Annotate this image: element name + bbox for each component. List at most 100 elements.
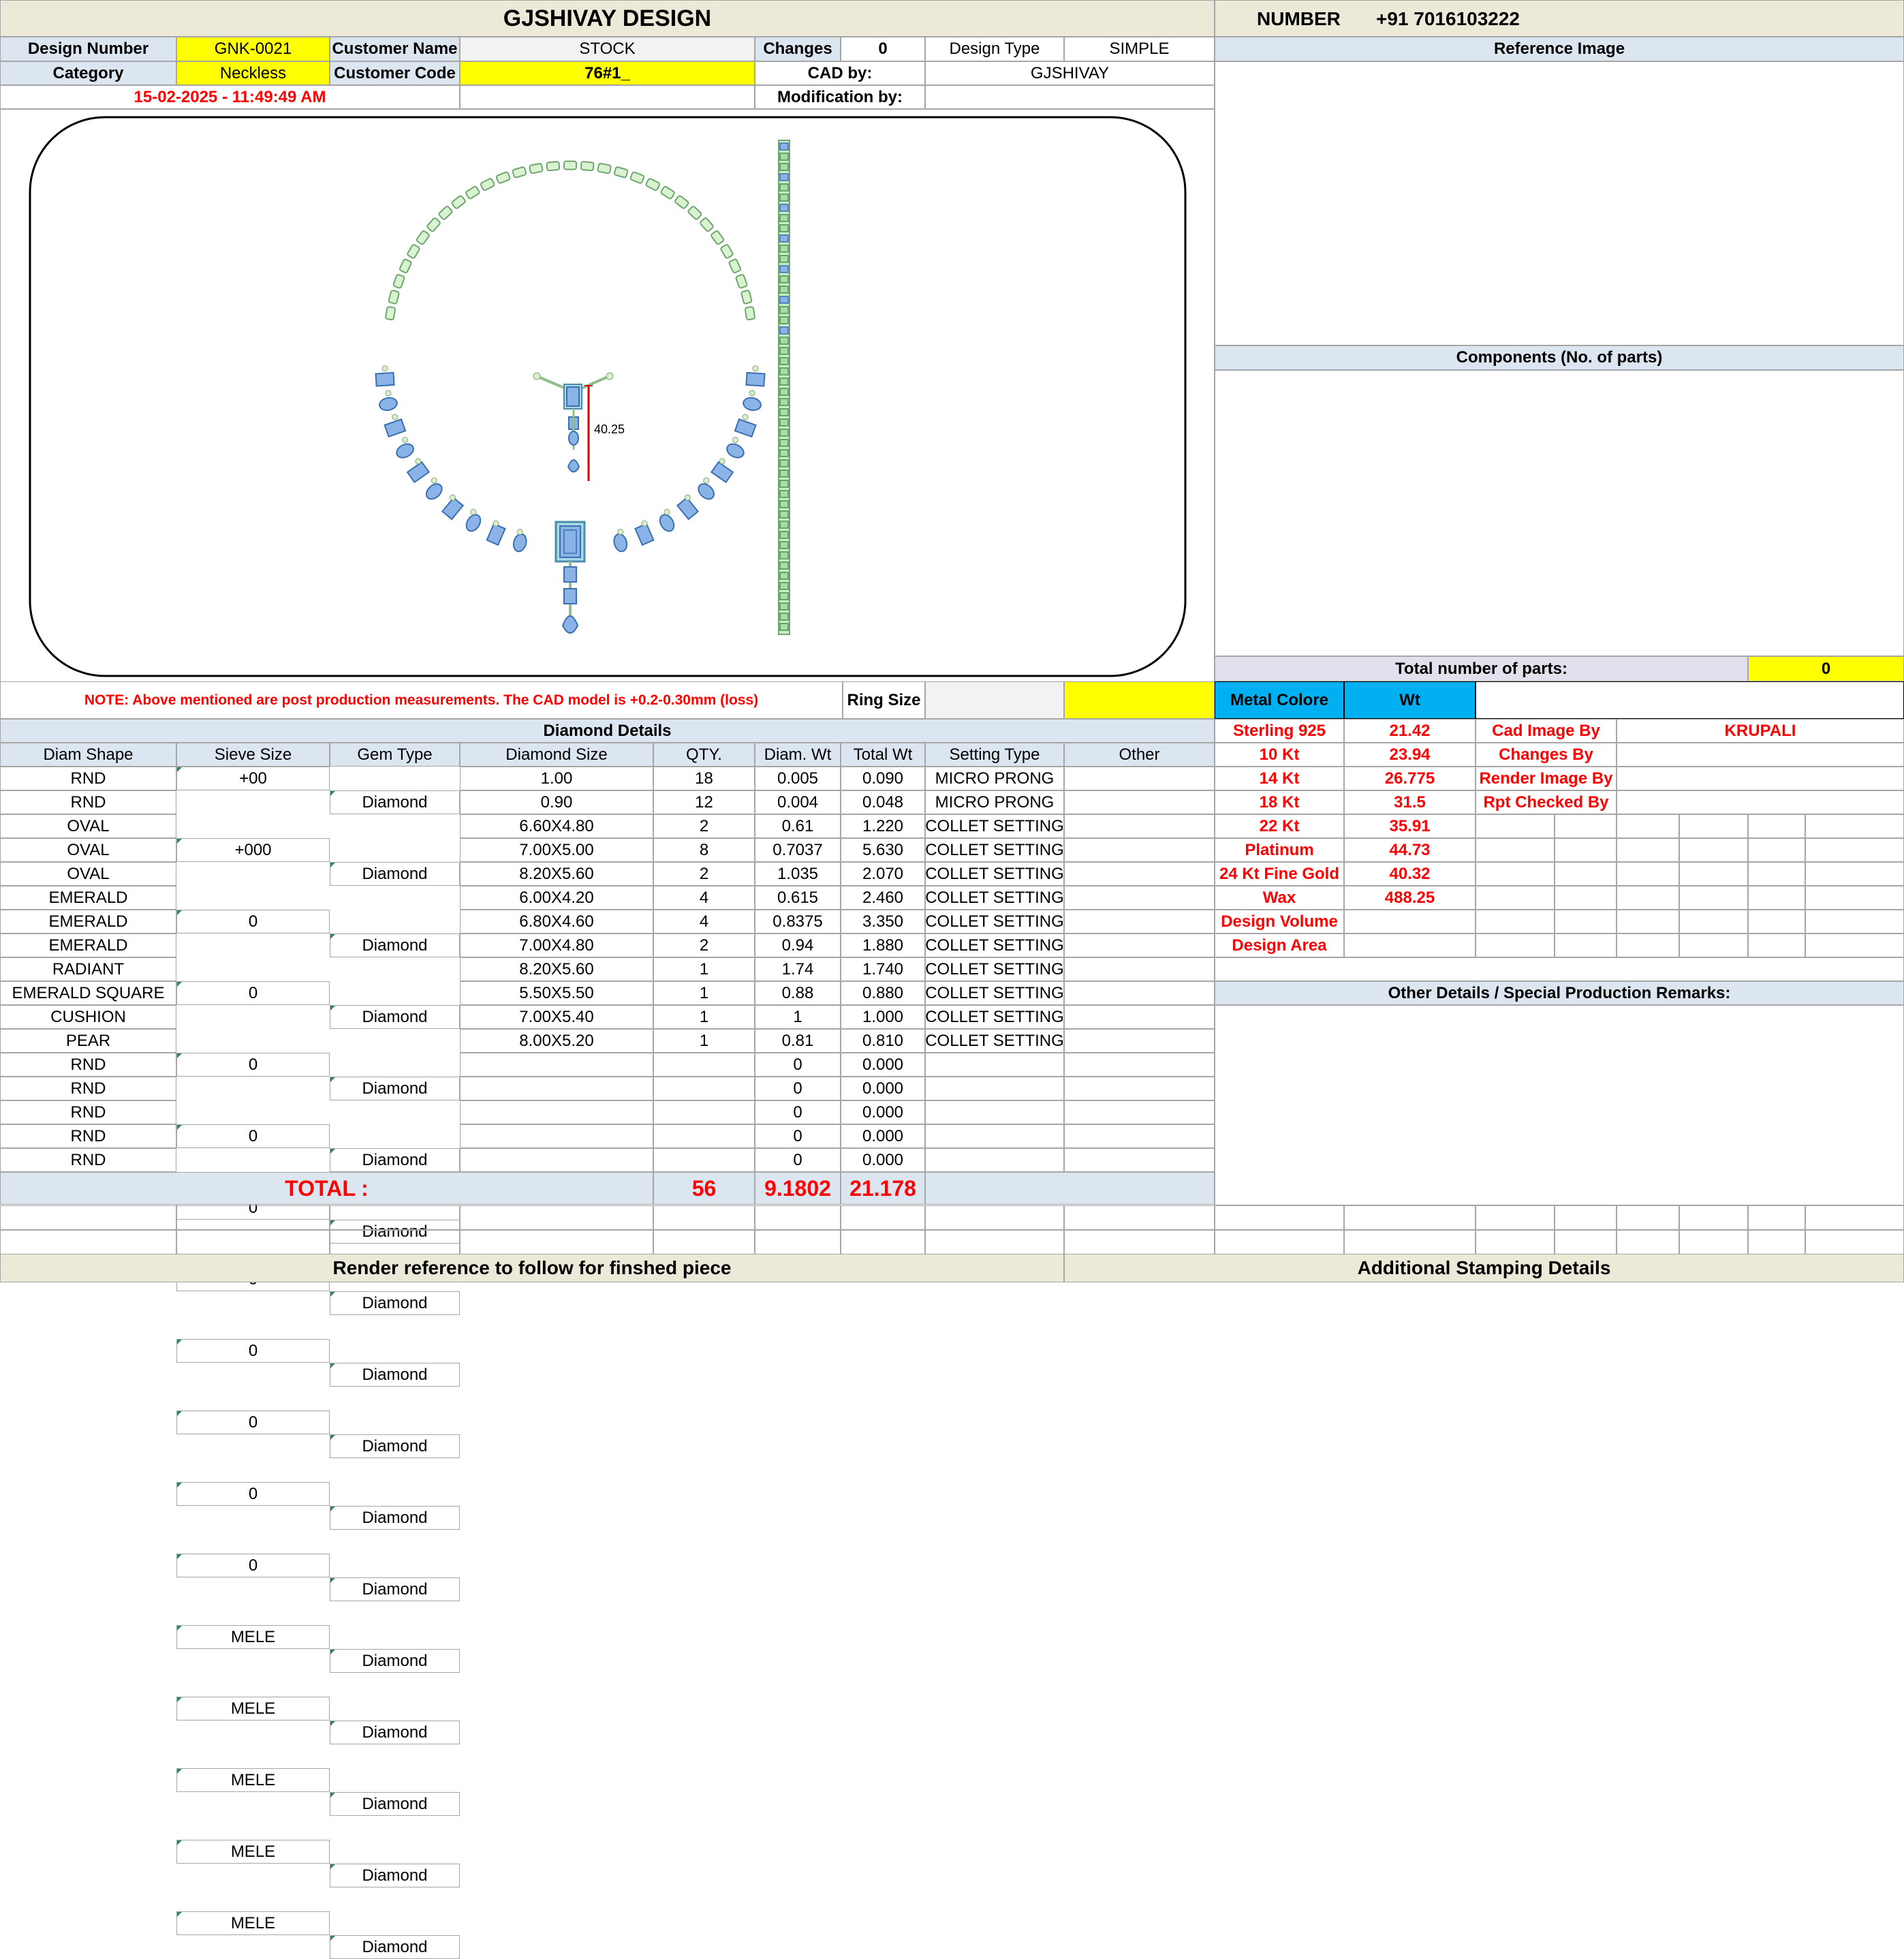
cell-gem-type[interactable]: Diamond bbox=[330, 934, 460, 957]
cell-qty[interactable]: 4 bbox=[653, 910, 755, 934]
staff-value[interactable] bbox=[1617, 767, 1904, 790]
cell-diamond-size[interactable]: 0.90 bbox=[460, 790, 653, 814]
cell-diamond-size[interactable]: 8.00X5.20 bbox=[460, 1029, 653, 1053]
metal-weight[interactable]: 44.73 bbox=[1344, 838, 1476, 862]
cell-setting-type[interactable]: COLLET SETTING bbox=[925, 981, 1064, 1005]
cell-diam-shape[interactable]: RND bbox=[0, 790, 176, 814]
metal-weight[interactable]: 26.775 bbox=[1344, 767, 1476, 790]
cell-sieve-size[interactable]: 0 bbox=[176, 981, 330, 1005]
cell-diam-shape[interactable]: OVAL bbox=[0, 838, 176, 862]
cell-diam-wt[interactable]: 0 bbox=[755, 1077, 841, 1100]
ring-size-value[interactable] bbox=[925, 681, 1064, 719]
cell-sieve-size[interactable]: MELE bbox=[176, 1768, 330, 1792]
cell-total-wt[interactable]: 0.048 bbox=[841, 790, 925, 814]
cell-gem-type[interactable]: Diamond bbox=[330, 1077, 460, 1100]
cell-qty[interactable]: 4 bbox=[653, 886, 755, 910]
metal-weight[interactable]: 40.32 bbox=[1344, 862, 1476, 886]
cell-sieve-size[interactable]: 0 bbox=[176, 1410, 330, 1434]
cell-diamond-size[interactable] bbox=[460, 1053, 653, 1077]
metal-weight[interactable]: 488.25 bbox=[1344, 886, 1476, 910]
cell-diam-shape[interactable]: RND bbox=[0, 1148, 176, 1172]
cell-qty[interactable]: 1 bbox=[653, 957, 755, 981]
design-type-value[interactable]: SIMPLE bbox=[1064, 37, 1215, 61]
cell-diam-shape[interactable]: EMERALD bbox=[0, 886, 176, 910]
cell-qty[interactable]: 1 bbox=[653, 1029, 755, 1053]
cell-total-wt[interactable]: 0.000 bbox=[841, 1100, 925, 1124]
cad-by-value[interactable]: GJSHIVAY bbox=[925, 61, 1215, 85]
cell-setting-type[interactable] bbox=[925, 1124, 1064, 1148]
cell-diam-shape[interactable]: EMERALD bbox=[0, 934, 176, 957]
cell-diamond-size[interactable]: 5.50X5.50 bbox=[460, 981, 653, 1005]
cell-total-wt[interactable]: 3.350 bbox=[841, 910, 925, 934]
total-parts-value[interactable]: 0 bbox=[1748, 656, 1904, 681]
cell-diamond-size[interactable]: 7.00X5.00 bbox=[460, 838, 653, 862]
cell-sieve-size[interactable]: 0 bbox=[176, 1339, 330, 1363]
cell-sieve-size[interactable]: MELE bbox=[176, 1840, 330, 1864]
cell-total-wt[interactable]: 2.460 bbox=[841, 886, 925, 910]
cell-diam-shape[interactable]: RND bbox=[0, 767, 176, 790]
cell-diamond-size[interactable]: 7.00X4.80 bbox=[460, 934, 653, 957]
cell-sieve-size[interactable]: +00 bbox=[176, 767, 330, 790]
cell-setting-type[interactable]: COLLET SETTING bbox=[925, 886, 1064, 910]
cell-qty[interactable] bbox=[653, 1053, 755, 1077]
cell-gem-type[interactable]: Diamond bbox=[330, 1434, 460, 1458]
cell-total-wt[interactable]: 0.000 bbox=[841, 1077, 925, 1100]
cell-qty[interactable] bbox=[653, 1077, 755, 1100]
cell-diamond-size[interactable]: 6.00X4.20 bbox=[460, 886, 653, 910]
cell-sieve-size[interactable]: 0 bbox=[176, 1124, 330, 1148]
cell-diamond-size[interactable] bbox=[460, 1077, 653, 1100]
cell-sieve-size[interactable]: MELE bbox=[176, 1697, 330, 1721]
category-value[interactable]: Neckless bbox=[176, 61, 330, 85]
metal-weight[interactable]: 35.91 bbox=[1344, 814, 1476, 838]
cell-diamond-size[interactable]: 8.20X5.60 bbox=[460, 957, 653, 981]
cell-qty[interactable]: 2 bbox=[653, 814, 755, 838]
cell-gem-type[interactable]: Diamond bbox=[330, 862, 460, 886]
cell-setting-type[interactable]: COLLET SETTING bbox=[925, 910, 1064, 934]
cell-total-wt[interactable]: 0.880 bbox=[841, 981, 925, 1005]
cell-gem-type[interactable]: Diamond bbox=[330, 1649, 460, 1673]
cell-sieve-size[interactable]: MELE bbox=[176, 1625, 330, 1649]
cell-diam-shape[interactable]: OVAL bbox=[0, 862, 176, 886]
cell-diamond-size[interactable]: 7.00X5.40 bbox=[460, 1005, 653, 1029]
cell-gem-type[interactable]: Diamond bbox=[330, 1291, 460, 1315]
cell-gem-type[interactable]: Diamond bbox=[330, 790, 460, 814]
cell-setting-type[interactable] bbox=[925, 1148, 1064, 1172]
staff-value[interactable]: KRUPALI bbox=[1617, 719, 1904, 743]
cell-gem-type[interactable]: Diamond bbox=[330, 1148, 460, 1172]
cell-setting-type[interactable]: MICRO PRONG bbox=[925, 790, 1064, 814]
cell-diam-shape[interactable]: EMERALD SQUARE bbox=[0, 981, 176, 1005]
cell-diam-shape[interactable]: RND bbox=[0, 1053, 176, 1077]
cell-gem-type[interactable]: Diamond bbox=[330, 1864, 460, 1887]
cell-gem-type[interactable]: Diamond bbox=[330, 1577, 460, 1601]
cell-diamond-size[interactable] bbox=[460, 1124, 653, 1148]
cell-diam-shape[interactable]: PEAR bbox=[0, 1029, 176, 1053]
cell-setting-type[interactable]: MICRO PRONG bbox=[925, 767, 1064, 790]
cell-diam-wt[interactable]: 0.61 bbox=[755, 814, 841, 838]
cell-qty[interactable]: 8 bbox=[653, 838, 755, 862]
cell-diam-wt[interactable]: 0.81 bbox=[755, 1029, 841, 1053]
cell-setting-type[interactable]: COLLET SETTING bbox=[925, 934, 1064, 957]
cell-total-wt[interactable]: 0.810 bbox=[841, 1029, 925, 1053]
modification-value[interactable] bbox=[925, 85, 1215, 109]
cell-setting-type[interactable]: COLLET SETTING bbox=[925, 1029, 1064, 1053]
cell-qty[interactable] bbox=[653, 1148, 755, 1172]
cell-diam-wt[interactable]: 0.88 bbox=[755, 981, 841, 1005]
cell-diam-shape[interactable]: CUSHION bbox=[0, 1005, 176, 1029]
cell-qty[interactable]: 12 bbox=[653, 790, 755, 814]
cell-total-wt[interactable]: 1.880 bbox=[841, 934, 925, 957]
cell-diam-wt[interactable]: 1.74 bbox=[755, 957, 841, 981]
cell-diam-wt[interactable]: 0.8375 bbox=[755, 910, 841, 934]
cell-sieve-size[interactable]: +000 bbox=[176, 838, 330, 862]
cell-diam-wt[interactable]: 0.004 bbox=[755, 790, 841, 814]
cell-gem-type[interactable]: Diamond bbox=[330, 1721, 460, 1744]
cell-setting-type[interactable]: COLLET SETTING bbox=[925, 957, 1064, 981]
cell-setting-type[interactable]: COLLET SETTING bbox=[925, 1005, 1064, 1029]
metal-weight[interactable]: 21.42 bbox=[1344, 719, 1476, 743]
cell-qty[interactable]: 1 bbox=[653, 981, 755, 1005]
cell-qty[interactable]: 2 bbox=[653, 934, 755, 957]
design-number-value[interactable]: GNK-0021 bbox=[176, 37, 330, 61]
cell-sieve-size[interactable]: MELE bbox=[176, 1911, 330, 1935]
metal-weight[interactable] bbox=[1344, 934, 1476, 957]
cell-total-wt[interactable]: 2.070 bbox=[841, 862, 925, 886]
metal-weight[interactable]: 23.94 bbox=[1344, 743, 1476, 767]
